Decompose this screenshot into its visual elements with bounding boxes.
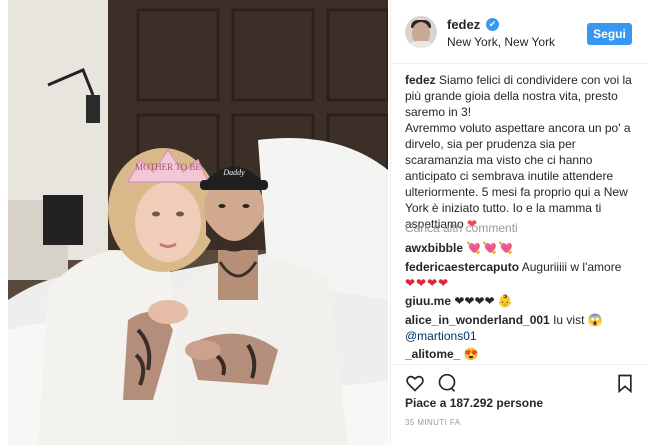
comment-text: Augur​iiiii w l'amore: [521, 260, 622, 274]
comment-item: alice_in_wonderland_001 Iu vist 😱 @marti…: [405, 312, 645, 344]
likes-count[interactable]: Piace a 187.292 persone: [405, 396, 543, 410]
comment-item: giuu.me ❤❤❤❤ 👶: [405, 293, 645, 309]
cap-text: Daddy: [222, 168, 245, 177]
like-heart-icon[interactable]: [405, 373, 425, 393]
caption-text-1: Siamo felici di condividere con voi la p…: [405, 73, 632, 119]
crown-text: MOTHER TO BE: [135, 162, 201, 172]
comment-bubble-icon[interactable]: [437, 373, 457, 393]
comment-emoji: 👶: [497, 294, 513, 308]
comment-emoji: 💘💘💘: [466, 241, 515, 255]
follow-button[interactable]: Segui: [587, 23, 632, 45]
post-caption: fedez Siamo felici di condividere con vo…: [405, 72, 645, 232]
comment-emoji: 😱: [587, 313, 603, 327]
bookmark-icon[interactable]: [615, 373, 635, 393]
photo-illustration: MOTHER TO BE Daddy: [8, 0, 388, 445]
post-author-username[interactable]: fedez: [447, 17, 480, 32]
verified-badge-icon: ✔: [486, 18, 499, 31]
post-header: fedez ✔ New York, New York Segui: [391, 0, 648, 64]
comment-text: ❤❤❤❤: [454, 294, 495, 308]
comment-mention-link[interactable]: @martions01: [405, 329, 477, 343]
post-location[interactable]: New York, New York: [447, 35, 555, 49]
comment-text: Iu vist: [553, 313, 585, 327]
comment-username[interactable]: giuu.me: [405, 294, 451, 308]
comment-username[interactable]: alice_in_wonderland_001: [405, 313, 550, 327]
caption-text-2: Avremmo voluto aspettare ancora un po' a…: [405, 121, 631, 231]
comment-emoji: ❤❤❤❤: [405, 276, 450, 290]
post-side-panel: fedez ✔ New York, New York Segui fedez S…: [390, 0, 648, 445]
post-photo[interactable]: MOTHER TO BE Daddy: [8, 0, 388, 445]
comment-item: awxbibble 💘💘💘: [405, 240, 645, 256]
comment-username[interactable]: awxbibble: [405, 241, 463, 255]
post-timestamp: 35 MINUTI FA: [405, 418, 461, 427]
comment-username[interactable]: federicaestercaputo: [405, 260, 519, 274]
caption-username[interactable]: fedez: [405, 73, 436, 87]
comment-item: _alitome_ 😍: [405, 346, 645, 362]
load-more-comments-link[interactable]: Carica altri commenti: [405, 221, 518, 235]
instagram-post-frame: MOTHER TO BE Daddy fedez ✔ New York, New…: [0, 0, 648, 445]
comment-item: federicaestercaputo Augur​iiiii w l'amor…: [405, 259, 645, 291]
post-actions-bar: [391, 364, 648, 394]
comment-emoji: 😍: [463, 347, 479, 361]
comment-username[interactable]: _alitome_: [405, 347, 460, 361]
avatar[interactable]: [405, 16, 437, 48]
